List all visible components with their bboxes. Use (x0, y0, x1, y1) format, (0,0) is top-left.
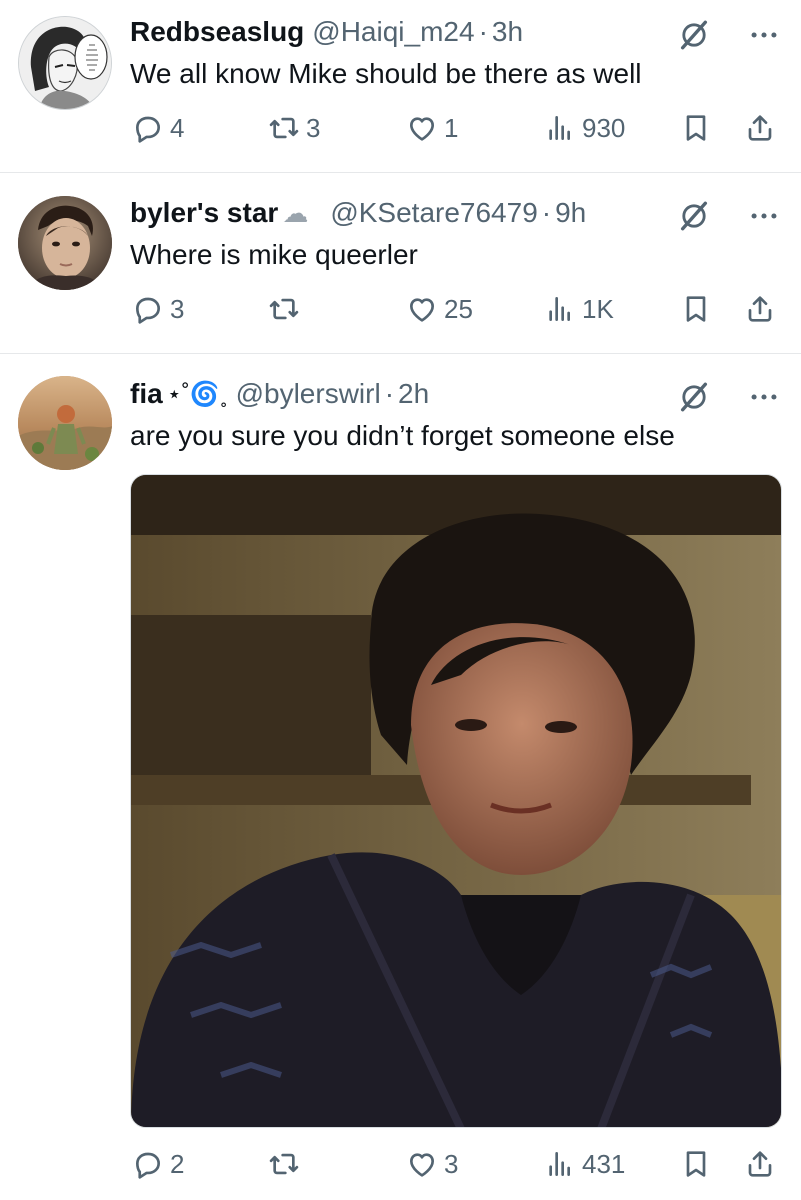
view-count: 431 (582, 1148, 626, 1179)
reply-count: 2 (170, 1148, 185, 1179)
reply-icon (132, 293, 164, 325)
tweet[interactable]: fia ⋆˚🌀˳ @bylerswirl · 2h are you sure y… (0, 354, 801, 1200)
share-button[interactable] (744, 289, 776, 329)
reply-button[interactable]: 2 (132, 1144, 184, 1184)
reply-button[interactable]: 4 (132, 108, 184, 148)
photo-avatar-icon (18, 196, 112, 290)
tweet-text: are you sure you didn’t forget someone e… (130, 420, 675, 451)
timestamp[interactable]: 2h (398, 378, 429, 410)
retweet-button[interactable]: 3 (268, 108, 320, 148)
grok-icon[interactable] (677, 199, 711, 233)
separator-dot: · (478, 16, 488, 47)
more-options-icon[interactable] (747, 380, 781, 414)
bookmark-button[interactable] (680, 1144, 712, 1184)
retweet-button[interactable] (268, 1144, 306, 1184)
bookmark-button[interactable] (680, 108, 712, 148)
retweet-button[interactable] (268, 289, 306, 329)
separator-dot: · (541, 197, 552, 228)
analytics-icon (544, 293, 576, 325)
display-name[interactable]: fia (130, 378, 163, 410)
views-button[interactable]: 431 (544, 1144, 625, 1184)
retweet-icon (268, 112, 300, 144)
avatar[interactable] (18, 196, 112, 290)
cloud-emoji: ☁ (282, 197, 309, 228)
reply-icon (132, 1148, 164, 1180)
bookmark-icon (680, 1148, 712, 1180)
action-bar: 4 3 1 930 (130, 108, 781, 148)
tweet-media-photo[interactable] (130, 474, 782, 1128)
like-count: 1 (444, 112, 459, 143)
grok-icon[interactable] (677, 18, 711, 52)
tweet-text: We all know Mike should be there as well (130, 58, 642, 89)
share-icon (744, 293, 776, 325)
heart-icon (406, 112, 438, 144)
more-options-icon[interactable] (747, 18, 781, 52)
user-handle[interactable]: @bylerswirl (236, 378, 381, 410)
retweet-icon (268, 293, 300, 325)
analytics-icon (544, 112, 576, 144)
like-count: 25 (444, 293, 473, 324)
share-icon (744, 112, 776, 144)
share-button[interactable] (744, 1144, 776, 1184)
view-count: 930 (582, 112, 626, 143)
retweet-count: 3 (306, 112, 321, 143)
heart-icon (406, 1148, 438, 1180)
like-button[interactable]: 25 (406, 289, 473, 329)
user-handle[interactable]: @KSetare76479 (330, 197, 537, 229)
bookmark-icon (680, 293, 712, 325)
timestamp[interactable]: 3h (492, 16, 523, 48)
manga-avatar-icon (19, 17, 111, 109)
heart-icon (406, 293, 438, 325)
share-icon (744, 1148, 776, 1180)
tweet[interactable]: byler's star ☁ @KSetare76479 · 9h Where … (0, 173, 801, 353)
action-bar: 2 3 431 (130, 1144, 781, 1184)
reply-count: 3 (170, 293, 185, 324)
like-button[interactable]: 3 (406, 1144, 458, 1184)
reply-button[interactable]: 3 (132, 289, 184, 329)
avatar[interactable] (18, 16, 112, 110)
avatar[interactable] (18, 376, 112, 470)
reply-icon (132, 112, 164, 144)
display-name[interactable]: byler's star (130, 197, 278, 229)
views-button[interactable]: 1K (544, 289, 614, 329)
tweet-text: Where is mike queerler (130, 239, 418, 270)
views-button[interactable]: 930 (544, 108, 625, 148)
grok-icon[interactable] (677, 380, 711, 414)
action-bar: 3 25 1K (130, 289, 781, 329)
user-handle[interactable]: @Haiqi_m24 (312, 16, 474, 48)
analytics-icon (544, 1148, 576, 1180)
bookmark-icon (680, 112, 712, 144)
photo-avatar-icon (18, 376, 112, 470)
reply-count: 4 (170, 112, 185, 143)
share-button[interactable] (744, 108, 776, 148)
like-button[interactable]: 1 (406, 108, 458, 148)
display-name[interactable]: Redbseaslug (130, 16, 304, 48)
view-count: 1K (582, 293, 614, 324)
retweet-icon (268, 1148, 300, 1180)
name-decoration: ⋆˚🌀˳ (166, 380, 228, 408)
tweet[interactable]: Redbseaslug @Haiqi_m24 · 3h We all know … (0, 0, 801, 172)
photo-media-icon (131, 475, 781, 1127)
bookmark-button[interactable] (680, 289, 712, 329)
timestamp[interactable]: 9h (555, 197, 586, 229)
more-options-icon[interactable] (747, 199, 781, 233)
separator-dot: · (384, 378, 395, 409)
like-count: 3 (444, 1148, 459, 1179)
